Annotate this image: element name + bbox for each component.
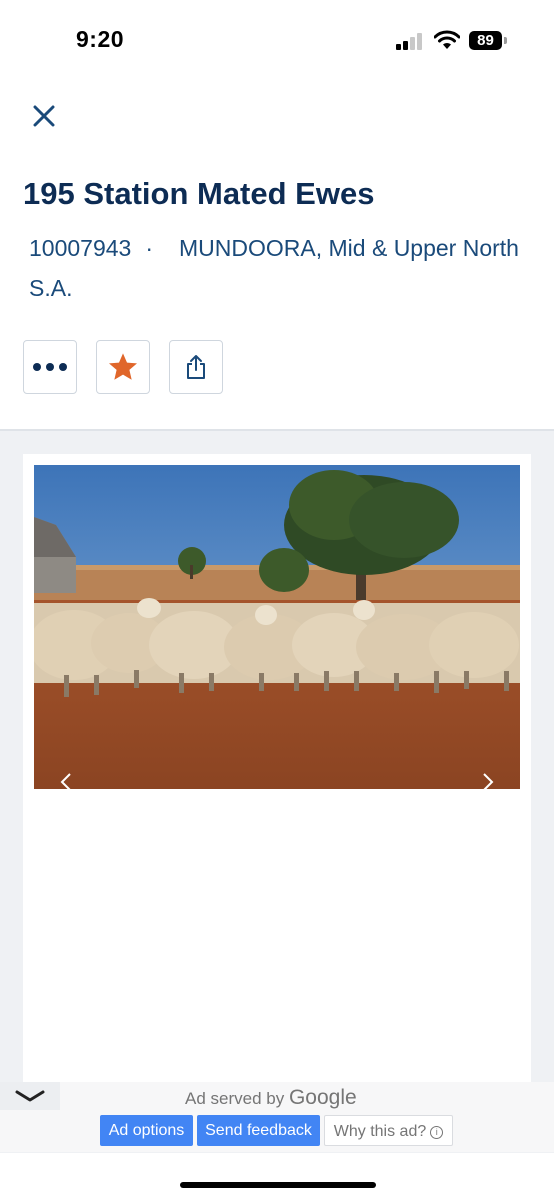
meta-separator: ·	[145, 235, 154, 261]
home-indicator	[180, 1182, 376, 1188]
close-button[interactable]	[28, 100, 60, 132]
listing-title: 195 Station Mated Ewes	[23, 176, 375, 211]
chevron-down-icon	[15, 1090, 45, 1102]
battery-level: 89	[477, 32, 494, 49]
previous-photo-chevron-icon[interactable]	[56, 772, 76, 792]
battery-tip	[504, 37, 507, 44]
share-icon	[187, 355, 205, 379]
status-time: 9:20	[76, 26, 125, 52]
why-this-ad-button[interactable]: Why this ad? i	[324, 1115, 453, 1146]
listing-meta: 10007943 · MUNDOORA, Mid & Upper North S.A…	[29, 228, 529, 308]
ellipsis-icon	[33, 363, 67, 371]
wifi-icon	[434, 30, 460, 49]
close-icon	[33, 105, 55, 127]
share-button[interactable]	[169, 340, 223, 394]
sheep-flock-image	[34, 465, 520, 789]
info-icon: i	[430, 1126, 444, 1139]
ad-served-label: Ad served by	[185, 1089, 285, 1108]
google-logo: Google	[288, 1086, 357, 1109]
listing-photo[interactable]	[34, 465, 520, 789]
battery-icon: 89	[469, 31, 502, 50]
ad-options-button[interactable]: Ad options	[100, 1115, 193, 1146]
next-photo-chevron-icon[interactable]	[478, 772, 498, 792]
why-this-ad-label: Why this ad?	[333, 1123, 427, 1140]
more-options-button[interactable]	[23, 340, 77, 394]
ad-served-by: Ad served by Google	[185, 1086, 357, 1110]
star-icon	[109, 353, 137, 380]
cellular-signal-icon	[396, 32, 426, 50]
send-feedback-button[interactable]: Send feedback	[197, 1115, 320, 1146]
listing-id: 10007943	[29, 235, 132, 261]
favourite-button[interactable]	[96, 340, 150, 394]
ad-collapse-button[interactable]	[0, 1082, 60, 1110]
status-bar: 9:20 89	[0, 0, 554, 80]
